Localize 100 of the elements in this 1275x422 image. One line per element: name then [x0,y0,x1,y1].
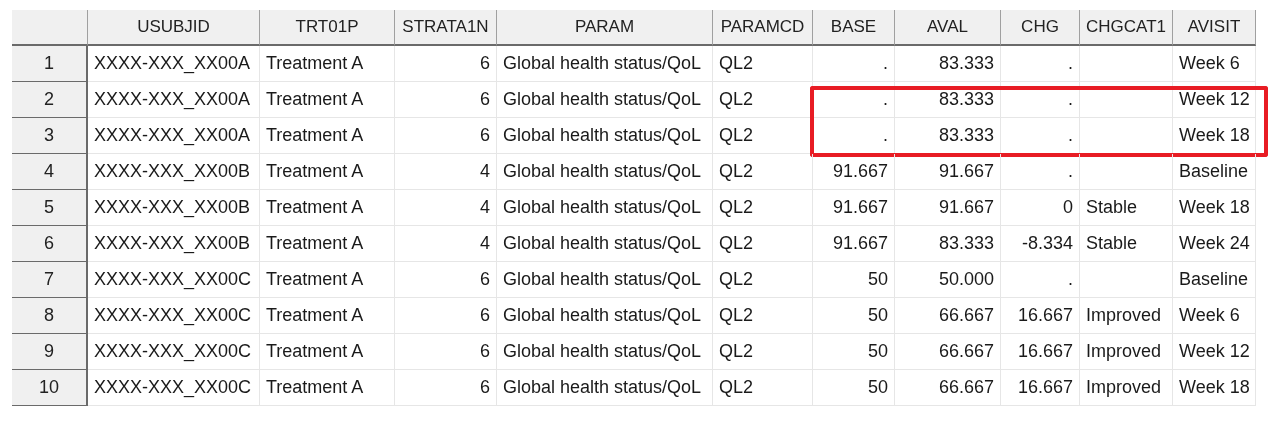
table-cell: Week 12 [1173,334,1256,370]
column-header[interactable]: CHG [1001,10,1080,46]
table-cell: 83.333 [895,82,1001,118]
table-cell: Week 6 [1173,46,1256,82]
table-cell: . [813,118,895,154]
table-cell: QL2 [713,154,813,190]
row-number[interactable]: 10 [12,370,88,406]
table-cell: 66.667 [895,370,1001,406]
table-cell: 6 [395,298,497,334]
table-cell: 6 [395,118,497,154]
table-cell: 0 [1001,190,1080,226]
row-number[interactable]: 9 [12,334,88,370]
table-cell: XXXX-XXX_XX00A [88,46,260,82]
table-cell: 6 [395,334,497,370]
table-cell: 66.667 [895,334,1001,370]
row-number[interactable]: 1 [12,46,88,82]
table-cell: Improved [1080,370,1173,406]
column-header[interactable]: AVISIT [1173,10,1256,46]
row-number[interactable]: 5 [12,190,88,226]
table-cell: 50 [813,262,895,298]
table-cell: Week 12 [1173,82,1256,118]
column-header[interactable]: BASE [813,10,895,46]
table-cell: QL2 [713,226,813,262]
table-cell: Treatment A [260,118,395,154]
table-cell: XXXX-XXX_XX00B [88,154,260,190]
table-cell: Baseline [1173,154,1256,190]
table-cell: Week 18 [1173,118,1256,154]
table-cell: . [1001,82,1080,118]
table-cell: XXXX-XXX_XX00A [88,82,260,118]
table-cell: Improved [1080,298,1173,334]
table-cell: 50.000 [895,262,1001,298]
table-cell: Global health status/QoL [497,262,713,298]
row-number[interactable]: 8 [12,298,88,334]
table-cell: Global health status/QoL [497,118,713,154]
table-cell: 6 [395,82,497,118]
column-header[interactable]: AVAL [895,10,1001,46]
row-number[interactable]: 2 [12,82,88,118]
table-cell: . [1001,46,1080,82]
table-cell: QL2 [713,46,813,82]
table-cell: Treatment A [260,82,395,118]
table-cell: Global health status/QoL [497,226,713,262]
column-header[interactable]: TRT01P [260,10,395,46]
column-header[interactable]: PARAMCD [713,10,813,46]
table-cell: 50 [813,334,895,370]
table-cell: XXXX-XXX_XX00B [88,190,260,226]
table-cell: 91.667 [895,154,1001,190]
row-number[interactable]: 3 [12,118,88,154]
table-cell: 66.667 [895,298,1001,334]
table-cell: 6 [395,262,497,298]
table-cell: Treatment A [260,154,395,190]
table-cell: 83.333 [895,226,1001,262]
table-cell: 6 [395,46,497,82]
table-cell: 91.667 [813,226,895,262]
table-cell: QL2 [713,118,813,154]
table-cell: Week 6 [1173,298,1256,334]
row-number[interactable]: 4 [12,154,88,190]
table-cell: Treatment A [260,190,395,226]
table-cell: Global health status/QoL [497,46,713,82]
table-cell: 83.333 [895,46,1001,82]
table-cell: XXXX-XXX_XX00B [88,226,260,262]
table-cell: Improved [1080,334,1173,370]
table-cell: QL2 [713,262,813,298]
table-cell: 4 [395,190,497,226]
table-cell: 91.667 [813,190,895,226]
table-cell: 16.667 [1001,334,1080,370]
table-cell: 4 [395,154,497,190]
row-number[interactable]: 7 [12,262,88,298]
table-cell: XXXX-XXX_XX00C [88,334,260,370]
column-header[interactable]: USUBJID [88,10,260,46]
table-cell: . [1001,154,1080,190]
table-cell: . [1001,262,1080,298]
table-cell: Week 18 [1173,190,1256,226]
table-cell: Baseline [1173,262,1256,298]
column-header[interactable]: PARAM [497,10,713,46]
table-cell: 16.667 [1001,298,1080,334]
column-header[interactable]: CHGCAT1 [1080,10,1173,46]
table-cell: Treatment A [260,334,395,370]
table-cell: XXXX-XXX_XX00C [88,370,260,406]
table-cell: Treatment A [260,298,395,334]
table-cell: -8.334 [1001,226,1080,262]
table-cell: XXXX-XXX_XX00C [88,262,260,298]
column-header[interactable]: STRATA1N [395,10,497,46]
table-cell: QL2 [713,334,813,370]
table-cell: Treatment A [260,46,395,82]
table-cell: . [1001,118,1080,154]
table-cell: 4 [395,226,497,262]
table-cell: Global health status/QoL [497,298,713,334]
table-cell: Week 18 [1173,370,1256,406]
table-cell: . [813,46,895,82]
row-number[interactable]: 6 [12,226,88,262]
table-cell: 91.667 [895,190,1001,226]
table-cell: Week 24 [1173,226,1256,262]
table-cell: QL2 [713,298,813,334]
table-cell: QL2 [713,370,813,406]
table-cell: 91.667 [813,154,895,190]
table-cell: 50 [813,298,895,334]
table-cell: Global health status/QoL [497,190,713,226]
table-cell: 16.667 [1001,370,1080,406]
table-cell: Treatment A [260,262,395,298]
table-cell: 50 [813,370,895,406]
